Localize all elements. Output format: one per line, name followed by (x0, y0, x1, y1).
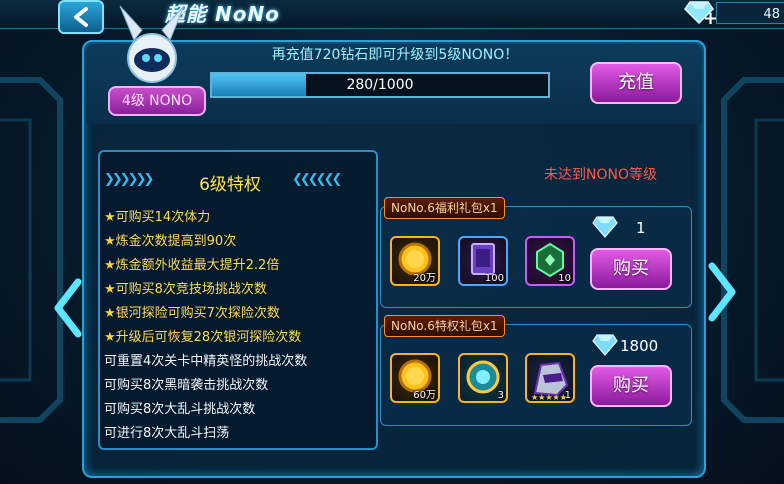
level-badge: 4级 NONO (108, 86, 206, 116)
right-rail-decoration (721, 77, 784, 423)
privilege-text: 可重置4次关卡中精英怪的挑战次数 (104, 354, 308, 369)
privilege-text: 银河探险可购买7次探险次数 (115, 306, 280, 321)
star-icon: ★ (104, 282, 116, 297)
pack-item[interactable]: 10 (525, 236, 575, 286)
privilege-item: ★可购买8次竞技场挑战次数 (104, 278, 267, 297)
pack-price: 1 (636, 219, 646, 237)
buy-button-privilege[interactable]: 购买 (590, 365, 672, 407)
back-button[interactable] (58, 0, 104, 34)
chevron-left-decoration-icon: ❮❮❮❮❮❮ (292, 172, 342, 187)
privilege-item: ★炼金次数提高到90次 (104, 230, 236, 249)
privilege-text: 炼金次数提高到90次 (115, 234, 237, 249)
currency-display: 48 (716, 2, 784, 24)
nono-robot-icon (119, 5, 185, 83)
upgrade-hint: 再充值720钻石即可升级到5级NONO！ (271, 47, 519, 63)
left-rail-decoration (0, 77, 63, 423)
privilege-item: ★升级后可恢复28次银河探险次数 (104, 326, 301, 345)
star-icon: ★ (104, 306, 116, 321)
privilege-item: ★可购买14次体力 (104, 206, 210, 225)
privilege-text: 可购买14次体力 (115, 210, 211, 225)
pack-item[interactable]: 1 ★★★★★ (525, 353, 575, 403)
level-not-reached-text: 未达到NONO等级 (544, 167, 657, 183)
buy-button-welfare[interactable]: 购买 (590, 248, 672, 290)
privilege-text: 可购买8次竞技场挑战次数 (115, 282, 267, 297)
exp-progress-text: 280/1000 (346, 77, 414, 93)
item-quantity: 100 (484, 273, 504, 284)
privilege-text: 炼金额外收益最大提升2.2倍 (115, 258, 280, 273)
privileges-title: 6级特权 (199, 175, 261, 195)
pack-item[interactable]: 60万 (390, 353, 440, 403)
item-quantity: 60万 (413, 390, 436, 401)
chevron-right-decoration-icon: ❯❯❯❯❯❯ (104, 172, 154, 187)
currency-value: 48 (763, 7, 780, 22)
privilege-item: 可购买8次黑暗袭击挑战次数 (104, 374, 268, 393)
star-icon: ★ (104, 258, 116, 273)
privilege-item: 可重置4次关卡中精英怪的挑战次数 (104, 350, 307, 369)
previous-level-arrow-icon[interactable] (52, 278, 82, 338)
privilege-item: 可进行8次大乱斗扫荡 (104, 422, 229, 441)
privilege-text: 可购买8次黑暗袭击挑战次数 (104, 378, 269, 393)
pack-tag: NoNo.6福利礼包x1 (384, 197, 505, 219)
privilege-text: 可购买8次大乱斗挑战次数 (104, 402, 256, 417)
privilege-item: 可购买8次大乱斗挑战次数 (104, 398, 255, 417)
item-quantity: 3 (497, 390, 504, 401)
recharge-button[interactable]: 充值 (590, 62, 682, 104)
privilege-item: ★炼金额外收益最大提升2.2倍 (104, 254, 279, 273)
privilege-text: 升级后可恢复28次银河探险次数 (115, 330, 302, 345)
pack-tag: NoNo.6特权礼包x1 (384, 315, 505, 337)
arrow-left-icon (74, 7, 88, 27)
pack-item[interactable]: 20万 (390, 236, 440, 286)
diamond-icon (592, 334, 618, 356)
star-icon: ★ (104, 330, 116, 345)
privilege-text: 可进行8次大乱斗扫荡 (104, 426, 230, 441)
star-rating-icon: ★★★★★ (531, 393, 567, 402)
star-icon: ★ (104, 210, 116, 225)
next-level-arrow-icon[interactable] (708, 262, 738, 322)
pack-item[interactable]: 100 (458, 236, 508, 286)
exp-progress-bar: 280/1000 (210, 72, 550, 98)
item-quantity: 10 (558, 273, 571, 284)
pack-item[interactable]: 3 (458, 353, 508, 403)
item-quantity: 20万 (413, 273, 436, 284)
diamond-icon (592, 216, 618, 238)
star-icon: ★ (104, 234, 116, 249)
privilege-item: ★银河探险可购买7次探险次数 (104, 302, 280, 321)
pack-price: 1800 (620, 337, 659, 355)
